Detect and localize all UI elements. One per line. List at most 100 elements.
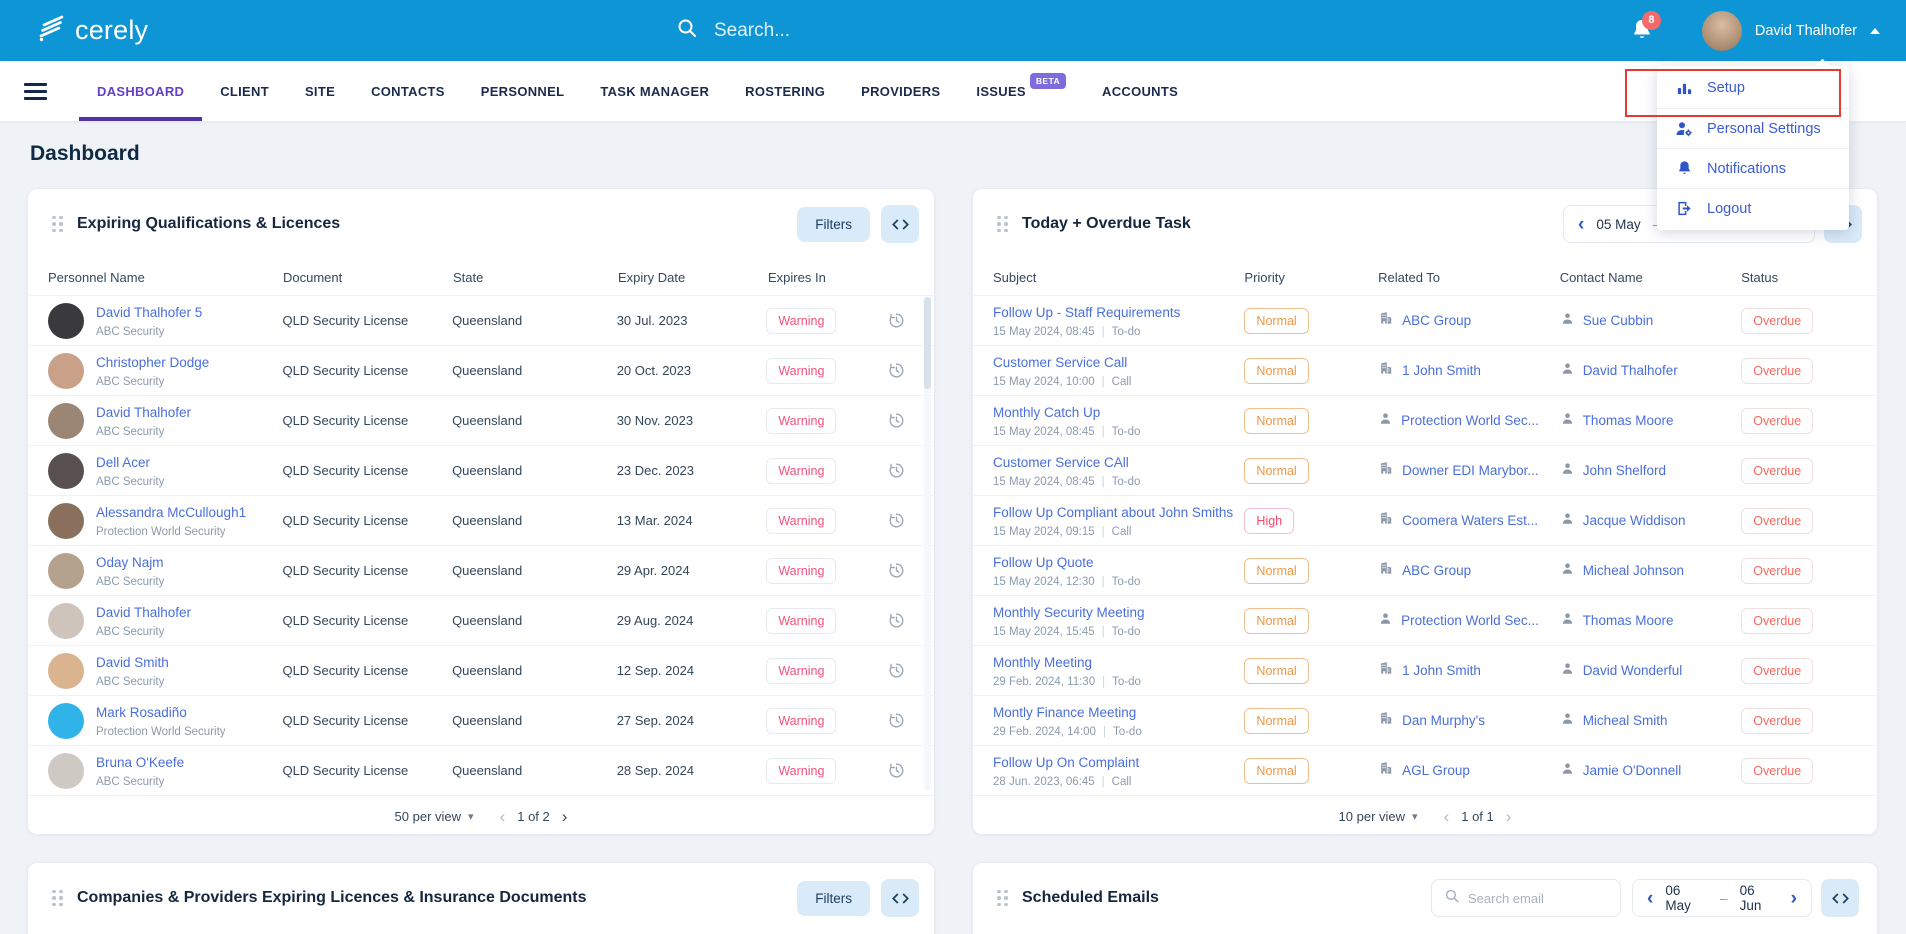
expand-panel-button[interactable] bbox=[1821, 879, 1859, 917]
subject-link[interactable]: Follow Up Quote bbox=[993, 555, 1094, 570]
contact-name-link[interactable]: David Wonderful bbox=[1583, 663, 1683, 678]
history-icon[interactable] bbox=[885, 609, 908, 632]
notifications-bell[interactable]: 8 bbox=[1630, 18, 1656, 44]
per-view-select[interactable]: 10 per view ▾ bbox=[1339, 809, 1418, 824]
personnel-company: ABC Security bbox=[96, 626, 191, 638]
nav-item-issues[interactable]: ISSUES BETA bbox=[976, 61, 1066, 121]
drag-handle[interactable] bbox=[52, 890, 63, 907]
nav-item-contacts[interactable]: CONTACTS bbox=[371, 61, 445, 121]
personnel-name-link[interactable]: David Thalhofer bbox=[96, 405, 191, 420]
nav-item-personnel[interactable]: PERSONNEL bbox=[481, 61, 565, 121]
contact-name-link[interactable]: Sue Cubbin bbox=[1583, 313, 1654, 328]
nav-item-client[interactable]: CLIENT bbox=[220, 61, 269, 121]
related-to-link[interactable]: Downer EDI Marybor... bbox=[1402, 463, 1539, 478]
personnel-name-link[interactable]: David Thalhofer bbox=[96, 605, 191, 620]
next-date-icon[interactable]: › bbox=[1791, 889, 1797, 908]
user-avatar[interactable] bbox=[1702, 11, 1742, 51]
filters-button[interactable]: Filters bbox=[797, 207, 870, 242]
history-icon[interactable] bbox=[885, 709, 908, 732]
contact-name-link[interactable]: Jamie O'Donnell bbox=[1583, 763, 1682, 778]
related-to-link[interactable]: ABC Group bbox=[1402, 313, 1471, 328]
subject-link[interactable]: Follow Up - Staff Requirements bbox=[993, 305, 1180, 320]
contact-name-link[interactable]: Jacque Widdison bbox=[1583, 513, 1686, 528]
nav-item-providers[interactable]: PROVIDERS bbox=[861, 61, 940, 121]
filters-button[interactable]: Filters bbox=[797, 881, 870, 916]
prev-date-icon[interactable]: ‹ bbox=[1647, 889, 1653, 908]
contact-name-link[interactable]: Thomas Moore bbox=[1583, 413, 1674, 428]
subject-link[interactable]: Follow Up Compliant about John Smiths bbox=[993, 505, 1233, 520]
next-page-icon[interactable]: › bbox=[562, 808, 568, 825]
related-to-link[interactable]: AGL Group bbox=[1402, 763, 1470, 778]
logo-text: cerely bbox=[75, 15, 148, 46]
nav-item-accounts[interactable]: ACCOUNTS bbox=[1102, 61, 1178, 121]
prev-page-icon[interactable]: ‹ bbox=[1444, 808, 1450, 825]
menu-item-personal-settings[interactable]: Personal Settings bbox=[1657, 108, 1849, 148]
contact-name-link[interactable]: David Thalhofer bbox=[1583, 363, 1678, 378]
personnel-name-link[interactable]: Alessandra McCullough1 bbox=[96, 505, 246, 520]
panel-tasks: Today + Overdue Task ‹ 05 May – SubjectP… bbox=[972, 188, 1878, 835]
menu-item-setup[interactable]: Setup bbox=[1657, 68, 1849, 108]
column-header: Document bbox=[283, 270, 453, 285]
expand-panel-button[interactable] bbox=[881, 205, 919, 243]
subject-link[interactable]: Customer Service Call bbox=[993, 355, 1127, 370]
related-to-link[interactable]: Protection World Sec... bbox=[1401, 613, 1539, 628]
drag-handle[interactable] bbox=[997, 890, 1008, 907]
drag-handle[interactable] bbox=[997, 216, 1008, 233]
expires-in-badge: Warning bbox=[766, 458, 836, 484]
drag-handle[interactable] bbox=[52, 216, 63, 233]
nav-item-task-manager[interactable]: TASK MANAGER bbox=[600, 61, 709, 121]
user-name[interactable]: David Thalhofer bbox=[1755, 23, 1857, 39]
history-icon[interactable] bbox=[885, 559, 908, 582]
expiry-date-cell: 13 Mar. 2024 bbox=[617, 513, 767, 528]
subject-link[interactable]: Monthly Meeting bbox=[993, 655, 1092, 670]
prev-page-icon[interactable]: ‹ bbox=[500, 808, 506, 825]
personnel-name-link[interactable]: David Smith bbox=[96, 655, 169, 670]
history-icon[interactable] bbox=[885, 359, 908, 382]
menu-item-logout[interactable]: Logout bbox=[1657, 188, 1849, 228]
nav-item-dashboard[interactable]: DASHBOARD bbox=[97, 61, 184, 121]
subject-link[interactable]: Montly Finance Meeting bbox=[993, 705, 1136, 720]
personnel-name-link[interactable]: Oday Najm bbox=[96, 555, 164, 570]
app-logo[interactable]: cerely bbox=[36, 13, 148, 48]
history-icon[interactable] bbox=[885, 409, 908, 432]
contact-name-link[interactable]: John Shelford bbox=[1583, 463, 1666, 478]
table-scrollbar[interactable] bbox=[924, 297, 931, 791]
menu-item-notifications[interactable]: Notifications bbox=[1657, 148, 1849, 188]
contact-name-link[interactable]: Micheal Smith bbox=[1583, 713, 1668, 728]
prev-date-icon[interactable]: ‹ bbox=[1578, 215, 1584, 234]
personnel-name-link[interactable]: Mark Rosadiño bbox=[96, 705, 187, 720]
expand-panel-button[interactable] bbox=[881, 879, 919, 917]
expires-in-badge: Warning bbox=[766, 308, 836, 334]
subject-link[interactable]: Monthly Security Meeting bbox=[993, 605, 1145, 620]
subject-link[interactable]: Monthly Catch Up bbox=[993, 405, 1100, 420]
global-search[interactable]: Search... bbox=[676, 0, 790, 61]
per-view-select[interactable]: 50 per view ▾ bbox=[395, 809, 474, 824]
contact-name-link[interactable]: Micheal Johnson bbox=[1583, 563, 1684, 578]
next-page-icon[interactable]: › bbox=[1506, 808, 1512, 825]
history-icon[interactable] bbox=[885, 309, 908, 332]
nav-item-site[interactable]: SITE bbox=[305, 61, 335, 121]
user-menu-caret-icon[interactable] bbox=[1870, 28, 1880, 34]
personnel-name-link[interactable]: Christopher Dodge bbox=[96, 355, 209, 370]
main-nav: DASHBOARD CLIENT SITE CONTACTS PERSONNEL… bbox=[0, 61, 1906, 122]
related-to-link[interactable]: Protection World Sec... bbox=[1401, 413, 1539, 428]
history-icon[interactable] bbox=[885, 509, 908, 532]
subject-link[interactable]: Follow Up On Complaint bbox=[993, 755, 1139, 770]
related-to-link[interactable]: Coomera Waters Est... bbox=[1402, 513, 1538, 528]
nav-item-rostering[interactable]: ROSTERING bbox=[745, 61, 825, 121]
history-icon[interactable] bbox=[885, 759, 908, 782]
personnel-name-link[interactable]: David Thalhofer 5 bbox=[96, 305, 202, 320]
personnel-name-link[interactable]: Bruna O'Keefe bbox=[96, 755, 184, 770]
scrollbar-thumb[interactable] bbox=[924, 297, 931, 389]
related-to-link[interactable]: Dan Murphy's bbox=[1402, 713, 1485, 728]
related-to-link[interactable]: 1 John Smith bbox=[1402, 663, 1481, 678]
personnel-name-link[interactable]: Dell Acer bbox=[96, 455, 150, 470]
history-icon[interactable] bbox=[885, 459, 908, 482]
contact-name-link[interactable]: Thomas Moore bbox=[1583, 613, 1674, 628]
hamburger-menu-icon[interactable] bbox=[24, 79, 47, 104]
related-to-link[interactable]: ABC Group bbox=[1402, 563, 1471, 578]
email-search-input[interactable] bbox=[1468, 891, 1608, 906]
subject-link[interactable]: Customer Service CAll bbox=[993, 455, 1129, 470]
history-icon[interactable] bbox=[885, 659, 908, 682]
related-to-link[interactable]: 1 John Smith bbox=[1402, 363, 1481, 378]
